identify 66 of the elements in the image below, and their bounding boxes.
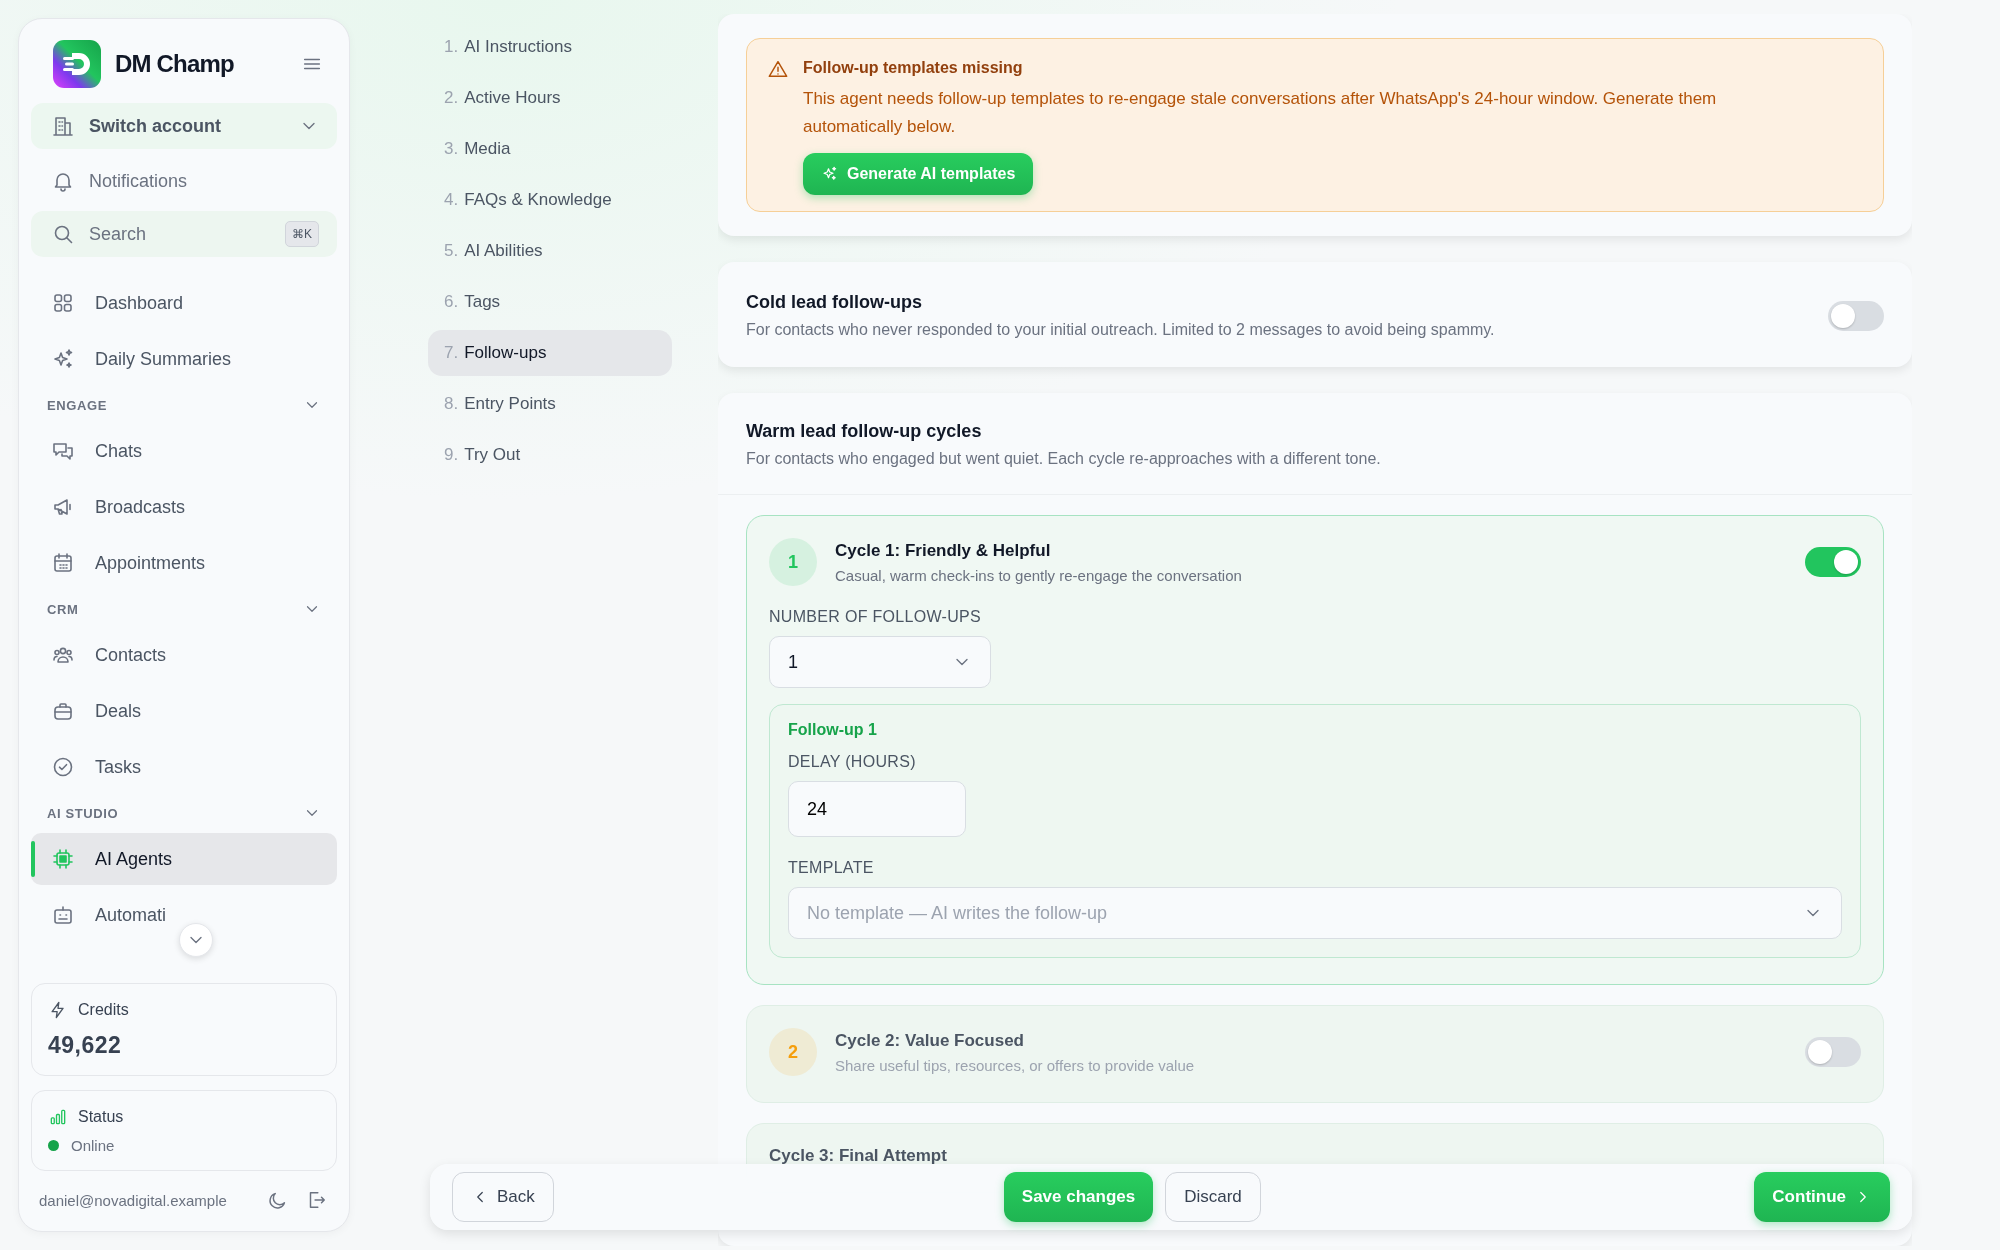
section-heading: CRM (47, 601, 79, 617)
step-link[interactable]: 5. AI Abilities (428, 228, 672, 274)
grid-icon (51, 291, 75, 315)
section-heading: AI STUDIO (47, 805, 119, 821)
sidebar-item[interactable]: Tasks (31, 741, 337, 793)
warning-icon (767, 58, 789, 80)
calendar-icon (51, 551, 75, 575)
user-email: daniel@novadigital.example (39, 1191, 228, 1209)
back-button[interactable]: Back (452, 1172, 554, 1222)
robot-icon (51, 903, 75, 927)
sparkles-icon (51, 347, 75, 371)
step-link[interactable]: 6. Tags (428, 279, 672, 325)
notifications-item[interactable]: Notifications (31, 157, 337, 205)
sidebar-item[interactable]: Contacts (31, 629, 337, 681)
step-link[interactable]: 8. Entry Points (428, 381, 672, 427)
credits-value: 49,622 (48, 1032, 123, 1059)
step-link[interactable]: 4. FAQs & Knowledge (428, 177, 672, 223)
step-link[interactable]: 3. Media (428, 126, 672, 172)
bar-chart-icon (48, 1107, 68, 1127)
switch-account-button[interactable]: Switch account (31, 103, 337, 149)
follow-up-title: Follow-up 1 (788, 721, 877, 739)
logo-icon (53, 40, 101, 88)
sidebar-item[interactable]: Appointments (31, 537, 337, 589)
shortcut-key: ⌘K (285, 221, 319, 247)
section-heading: ENGAGE (47, 397, 107, 413)
sidebar-item[interactable]: Automati (31, 889, 337, 941)
count-dropdown[interactable]: 1 (769, 636, 991, 688)
credits-label: Credits (78, 1001, 129, 1019)
check-circle-icon (51, 755, 75, 779)
step-link[interactable]: 7. Follow-ups (428, 330, 672, 376)
card-description: For contacts who never responded to your initial outreach. Limited to 2 messages to avoid being spammy. (746, 321, 1496, 339)
sidebar-item[interactable]: Daily Summaries (31, 333, 337, 385)
cycle-description: Casual, warm check-ins to gently re-engage the conversation (835, 566, 1243, 584)
brand-name: DM Champ (115, 50, 235, 78)
cycle-number: 1 (769, 538, 817, 586)
sidebar-item[interactable]: Dashboard (31, 277, 337, 329)
chip-icon (51, 847, 75, 871)
sidebar-item[interactable]: Chats (31, 425, 337, 477)
cycle-title: Cycle 1: Friendly & Helpful (835, 540, 1052, 561)
cycle-title: Cycle 3: Final Attempt (769, 1146, 948, 1166)
toggle-switch[interactable] (1805, 547, 1861, 577)
sidebar-item[interactable]: AI Agents (31, 833, 337, 885)
step-link[interactable]: 2. Active Hours (428, 75, 672, 121)
card-title: Warm lead follow-up cycles (746, 421, 983, 442)
step-link[interactable]: 1. AI Instructions (428, 24, 672, 70)
toggle-switch[interactable] (1828, 300, 1884, 331)
cycle-description: Share useful tips, resources, or offers to provide value (835, 1056, 1196, 1074)
status-label: Status (78, 1108, 124, 1126)
cycle-number: 2 (769, 1028, 817, 1076)
card-title: Cold lead follow-ups (746, 292, 923, 313)
toggle-switch[interactable] (1805, 1037, 1861, 1067)
card-description: For contacts who engaged but went quiet. Each cycle re-approaches with a different tone. (746, 450, 1382, 468)
sidebar-item[interactable]: Broadcasts (31, 481, 337, 533)
building-icon (51, 114, 75, 138)
discard-button[interactable]: Discard (1165, 1172, 1261, 1222)
delay-field[interactable]: 24 (788, 781, 966, 837)
sidebar-item[interactable]: Deals (31, 685, 337, 737)
step-link[interactable]: 9. Try Out (428, 432, 672, 478)
cycle-title: Cycle 2: Value Focused (835, 1030, 1025, 1051)
banner-title: Follow-up templates missing (803, 59, 1023, 77)
field-label: TEMPLATE (788, 859, 874, 877)
status-value: Online (71, 1137, 115, 1154)
field-label: DELAY (HOURS) (788, 753, 916, 771)
banner-message: This agent needs follow-up templates to re-engage stale conversations after WhatsApp's 24-hour window. Generate them automatically below. (803, 88, 1718, 138)
field-label: NUMBER OF FOLLOW-UPS (769, 608, 981, 626)
sparkles-icon (821, 165, 839, 183)
